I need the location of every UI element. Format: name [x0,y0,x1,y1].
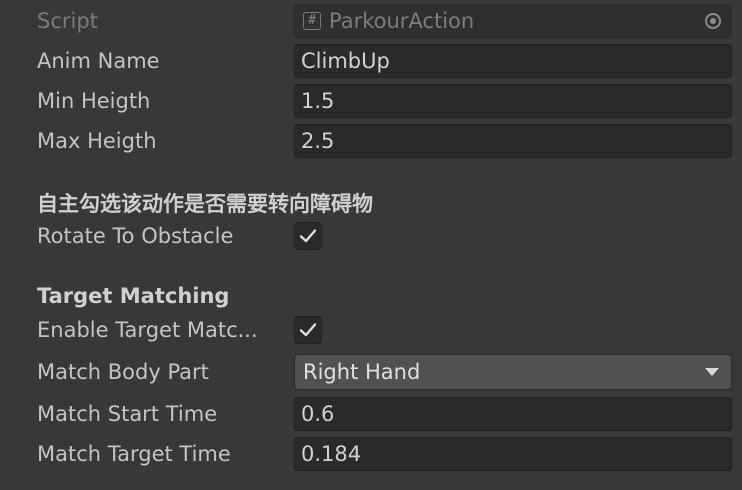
target-matching-header: Target Matching [37,284,230,308]
match-target-time-row: Match Target Time 0.184 [0,436,742,472]
script-value: ParkourAction [329,9,475,33]
hash-script-icon: # [303,12,321,30]
max-height-input[interactable]: 2.5 [294,124,732,158]
enable-target-matching-checkbox[interactable] [294,316,322,344]
match-target-time-label: Match Target Time [37,442,231,466]
max-height-label: Max Heigth [37,129,157,153]
match-body-part-row: Match Body Part Right Hand [0,354,742,390]
match-target-time-value: 0.184 [301,442,362,466]
match-body-part-label: Match Body Part [37,360,209,384]
match-body-part-value: Right Hand [303,360,421,384]
match-body-part-dropdown[interactable]: Right Hand [294,354,732,390]
anim-name-value: ClimbUp [301,49,390,73]
match-start-time-input[interactable]: 0.6 [294,397,732,431]
script-label: Script [37,9,98,33]
script-field[interactable]: # ParkourAction [294,4,732,38]
rotate-to-obstacle-checkbox[interactable] [294,222,322,250]
anim-name-label: Anim Name [37,49,160,73]
min-height-input[interactable]: 1.5 [294,84,732,118]
script-row: Script # ParkourAction [0,3,742,39]
max-height-row: Max Heigth 2.5 [0,123,742,159]
rotate-to-obstacle-label: Rotate To Obstacle [37,224,234,248]
checkmark-icon [299,229,317,243]
match-start-time-value: 0.6 [301,402,335,426]
min-height-row: Min Heigth 1.5 [0,83,742,119]
match-start-time-label: Match Start Time [37,402,218,426]
min-height-label: Min Heigth [37,89,151,113]
min-height-value: 1.5 [301,89,335,113]
anim-name-row: Anim Name ClimbUp [0,43,742,79]
match-start-time-row: Match Start Time 0.6 [0,396,742,432]
enable-target-matching-label: Enable Target Matc... [37,318,258,342]
rotate-to-obstacle-row: Rotate To Obstacle [0,218,742,254]
rotate-section-header: 自主勾选该动作是否需要转向障碍物 [37,192,373,216]
chevron-down-icon [705,368,719,376]
max-height-value: 2.5 [301,129,335,153]
checkmark-icon [299,323,317,337]
match-target-time-input[interactable]: 0.184 [294,437,732,471]
anim-name-input[interactable]: ClimbUp [294,44,732,78]
object-picker-icon[interactable] [705,13,721,29]
enable-target-matching-row: Enable Target Matc... [0,312,742,348]
